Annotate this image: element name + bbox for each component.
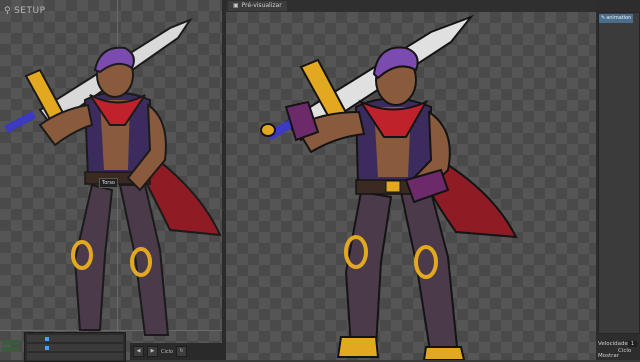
tab-preview[interactable]: ▣ Pré-visualizar xyxy=(228,1,287,11)
loop-label: Ciclo xyxy=(618,348,632,354)
tool-button[interactable] xyxy=(2,347,20,352)
tool-buttons xyxy=(2,340,22,360)
bone-tooltip: Torso xyxy=(99,178,118,188)
left-leg xyxy=(344,190,393,348)
right-boot xyxy=(422,346,466,360)
repeat-icon[interactable]: ↻ xyxy=(176,346,188,357)
timeline-panel[interactable] xyxy=(24,332,126,362)
sword-pommel xyxy=(260,123,276,137)
preview-icon: ▣ xyxy=(233,2,239,9)
playback-loop-label: Ciclo xyxy=(161,348,174,355)
rewind-icon[interactable]: ◀ xyxy=(133,346,144,357)
animation-panel: ✎ animation Velocidade 1 Ciclo Mostrar xyxy=(596,0,640,360)
speed-label: Velocidade xyxy=(598,341,628,347)
belt-buckle xyxy=(385,180,401,193)
left-boot xyxy=(336,336,380,358)
left-leg xyxy=(73,183,114,331)
sword-grip xyxy=(3,110,37,134)
mode-label: Mostrar xyxy=(598,353,620,359)
timeline-track[interactable] xyxy=(27,344,123,351)
keyframe[interactable] xyxy=(45,346,49,350)
keyframe[interactable] xyxy=(45,337,49,341)
character-preview xyxy=(260,14,518,360)
timeline-track[interactable] xyxy=(27,335,123,342)
timeline-track[interactable] xyxy=(27,353,123,360)
animation-icon: ✎ xyxy=(601,15,606,21)
preview-viewport[interactable] xyxy=(226,12,596,360)
animation-list xyxy=(598,12,640,334)
speed-input[interactable]: 1 xyxy=(628,341,637,347)
setup-viewport[interactable]: ⚲ SETUP Torso xyxy=(0,0,222,360)
play-icon[interactable]: ▶ xyxy=(147,346,158,357)
playback-bar: ◀ ▶ Ciclo ↻ xyxy=(130,343,225,360)
animation-item[interactable]: ✎ animation xyxy=(599,14,634,23)
tool-button[interactable] xyxy=(2,340,20,345)
